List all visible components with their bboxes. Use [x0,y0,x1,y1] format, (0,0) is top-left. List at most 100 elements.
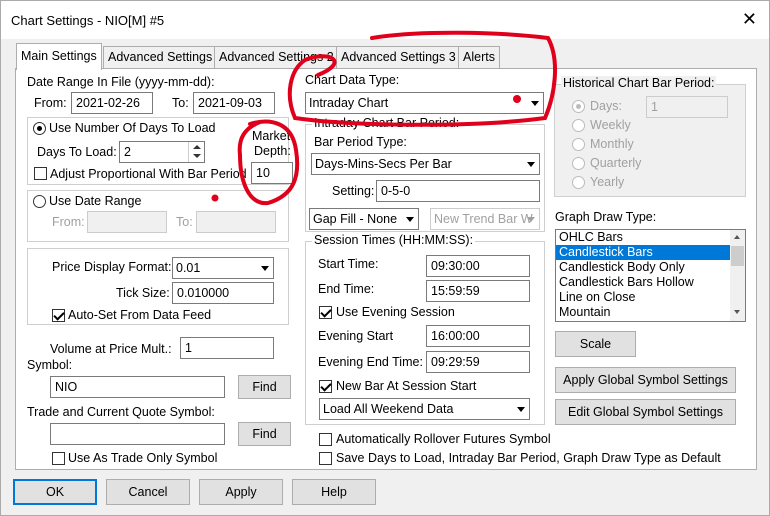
historical-yearly-radio[interactable] [572,176,585,189]
scale-button[interactable]: Scale [555,331,636,357]
session-times-title: Session Times (HH:MM:SS): [312,233,476,247]
symbol-field[interactable]: NIO [50,376,225,398]
listbox-scrollbar[interactable] [730,230,745,321]
adjust-proportional-checkbox[interactable] [34,167,47,180]
symbol-label: Symbol: [27,358,73,372]
evening-start-field[interactable]: 16:00:00 [426,325,530,347]
volume-mult-label: Volume at Price Mult.: [50,342,172,356]
market-depth-field[interactable]: 10 [251,162,293,184]
weekend-data-select[interactable]: Load All Weekend Data [319,398,530,420]
chevron-down-icon [527,162,535,167]
market-depth-label: Market [252,129,291,143]
start-time-field[interactable]: 09:30:00 [426,255,530,277]
historical-days-field[interactable]: 1 [646,96,728,118]
save-as-default-label: Save Days to Load, Intraday Bar Period, … [336,451,721,465]
date-range-heading: Date Range In File (yyyy-mm-dd): [27,75,215,89]
date-range-from-field[interactable] [87,211,167,233]
end-time-label: End Time: [318,282,375,296]
price-format-select[interactable]: 0.01 [172,257,274,279]
scroll-up-icon[interactable] [734,235,740,239]
tab-main-settings[interactable]: Main Settings [16,43,102,70]
rollover-futures-checkbox[interactable] [319,433,332,446]
to-label: To: [172,96,189,110]
historical-days-radio[interactable] [572,100,585,113]
chevron-down-icon [406,217,414,222]
symbol-find-button[interactable]: Find [238,375,291,399]
intraday-bar-period-title: Intraday Chart Bar Period: [312,116,462,130]
graph-draw-type-label: Graph Draw Type: [555,210,657,224]
date-range-to-field[interactable] [196,211,276,233]
main-settings-pane: Date Range In File (yyyy-mm-dd): From: 2… [15,68,757,470]
scroll-thumb[interactable] [731,246,744,266]
chart-data-type-label: Chart Data Type: [305,73,400,87]
market-depth-label-2: Depth: [254,144,291,158]
apply-button[interactable]: Apply [199,479,283,505]
historical-days-label: Days: [590,99,622,113]
use-evening-session-checkbox[interactable] [319,306,332,319]
tab-advanced-settings-2[interactable]: Advanced Settings 2 [214,46,339,68]
use-days-radio[interactable] [33,122,46,135]
bar-period-type-value: Days-Mins-Secs Per Bar [315,157,452,171]
start-time-label: Start Time: [318,257,379,271]
historical-monthly-radio[interactable] [572,138,585,151]
new-trend-bar-value: New Trend Bar W [434,212,533,226]
use-date-range-radio[interactable] [33,195,46,208]
historical-yearly-label: Yearly [590,175,625,189]
spinner-arrows-icon[interactable] [188,142,204,162]
new-bar-session-start-checkbox[interactable] [319,380,332,393]
auto-set-label: Auto-Set From Data Feed [68,308,212,322]
bar-period-type-label: Bar Period Type: [314,135,407,149]
historical-weekly-radio[interactable] [572,119,585,132]
price-format-value: 0.01 [176,261,201,275]
trade-symbol-find-button[interactable]: Find [238,422,291,446]
days-to-load-value: 2 [124,145,131,159]
date-range-from-label: From: [52,215,85,229]
from-label: From: [34,96,67,110]
chevron-down-icon [517,407,525,412]
trade-only-label: Use As Trade Only Symbol [68,451,218,465]
tick-size-field[interactable]: 0.010000 [172,282,274,304]
gap-fill-select[interactable]: Gap Fill - None [309,208,419,230]
save-as-default-checkbox[interactable] [319,452,332,465]
volume-mult-field[interactable]: 1 [180,337,274,359]
graph-draw-type-listbox[interactable]: OHLC Bars Candlestick Bars Candlestick B… [555,229,746,322]
date-range-to-label: To: [176,215,193,229]
list-item[interactable]: Line on Close [556,290,745,305]
tab-alerts[interactable]: Alerts [458,46,500,68]
new-trend-bar-select[interactable]: New Trend Bar W [430,208,540,230]
from-date-field[interactable]: 2021-02-26 [71,92,153,114]
historical-weekly-label: Weekly [590,118,631,132]
list-item-selected[interactable]: Candlestick Bars [556,245,745,260]
edit-global-symbol-settings-button[interactable]: Edit Global Symbol Settings [555,399,736,425]
auto-set-checkbox[interactable] [52,309,65,322]
scroll-down-icon[interactable] [734,310,740,314]
days-to-load-stepper[interactable]: 2 [119,141,205,163]
cancel-button[interactable]: Cancel [106,479,190,505]
use-evening-session-label: Use Evening Session [336,305,455,319]
new-bar-session-start-label: New Bar At Session Start [336,379,477,393]
chevron-down-icon [261,266,269,271]
apply-global-symbol-settings-button[interactable]: Apply Global Symbol Settings [555,367,736,393]
setting-field[interactable]: 0-5-0 [376,180,540,202]
list-item[interactable]: Candlestick Body Only [556,260,745,275]
price-format-label: Price Display Format: [52,260,172,274]
to-date-field[interactable]: 2021-09-03 [193,92,275,114]
historical-quarterly-radio[interactable] [572,157,585,170]
tab-advanced-settings[interactable]: Advanced Settings [103,46,218,68]
list-item[interactable]: OHLC Bars [556,230,745,245]
evening-start-label: Evening Start [318,329,394,343]
list-item[interactable]: Mountain [556,305,745,320]
tab-advanced-settings-3[interactable]: Advanced Settings 3 [336,46,461,68]
end-time-field[interactable]: 15:59:59 [426,280,530,302]
ok-button[interactable]: OK [13,479,97,505]
help-button[interactable]: Help [292,479,376,505]
trade-only-checkbox[interactable] [52,452,65,465]
gap-fill-value: Gap Fill - None [313,212,398,226]
trade-symbol-field[interactable] [50,423,225,445]
evening-end-field[interactable]: 09:29:59 [426,351,530,373]
close-icon[interactable]: ✕ [742,10,757,28]
bar-period-type-select[interactable]: Days-Mins-Secs Per Bar [311,153,540,175]
historical-monthly-label: Monthly [590,137,634,151]
list-item[interactable]: Candlestick Bars Hollow [556,275,745,290]
chart-data-type-select[interactable]: Intraday Chart [305,92,544,114]
